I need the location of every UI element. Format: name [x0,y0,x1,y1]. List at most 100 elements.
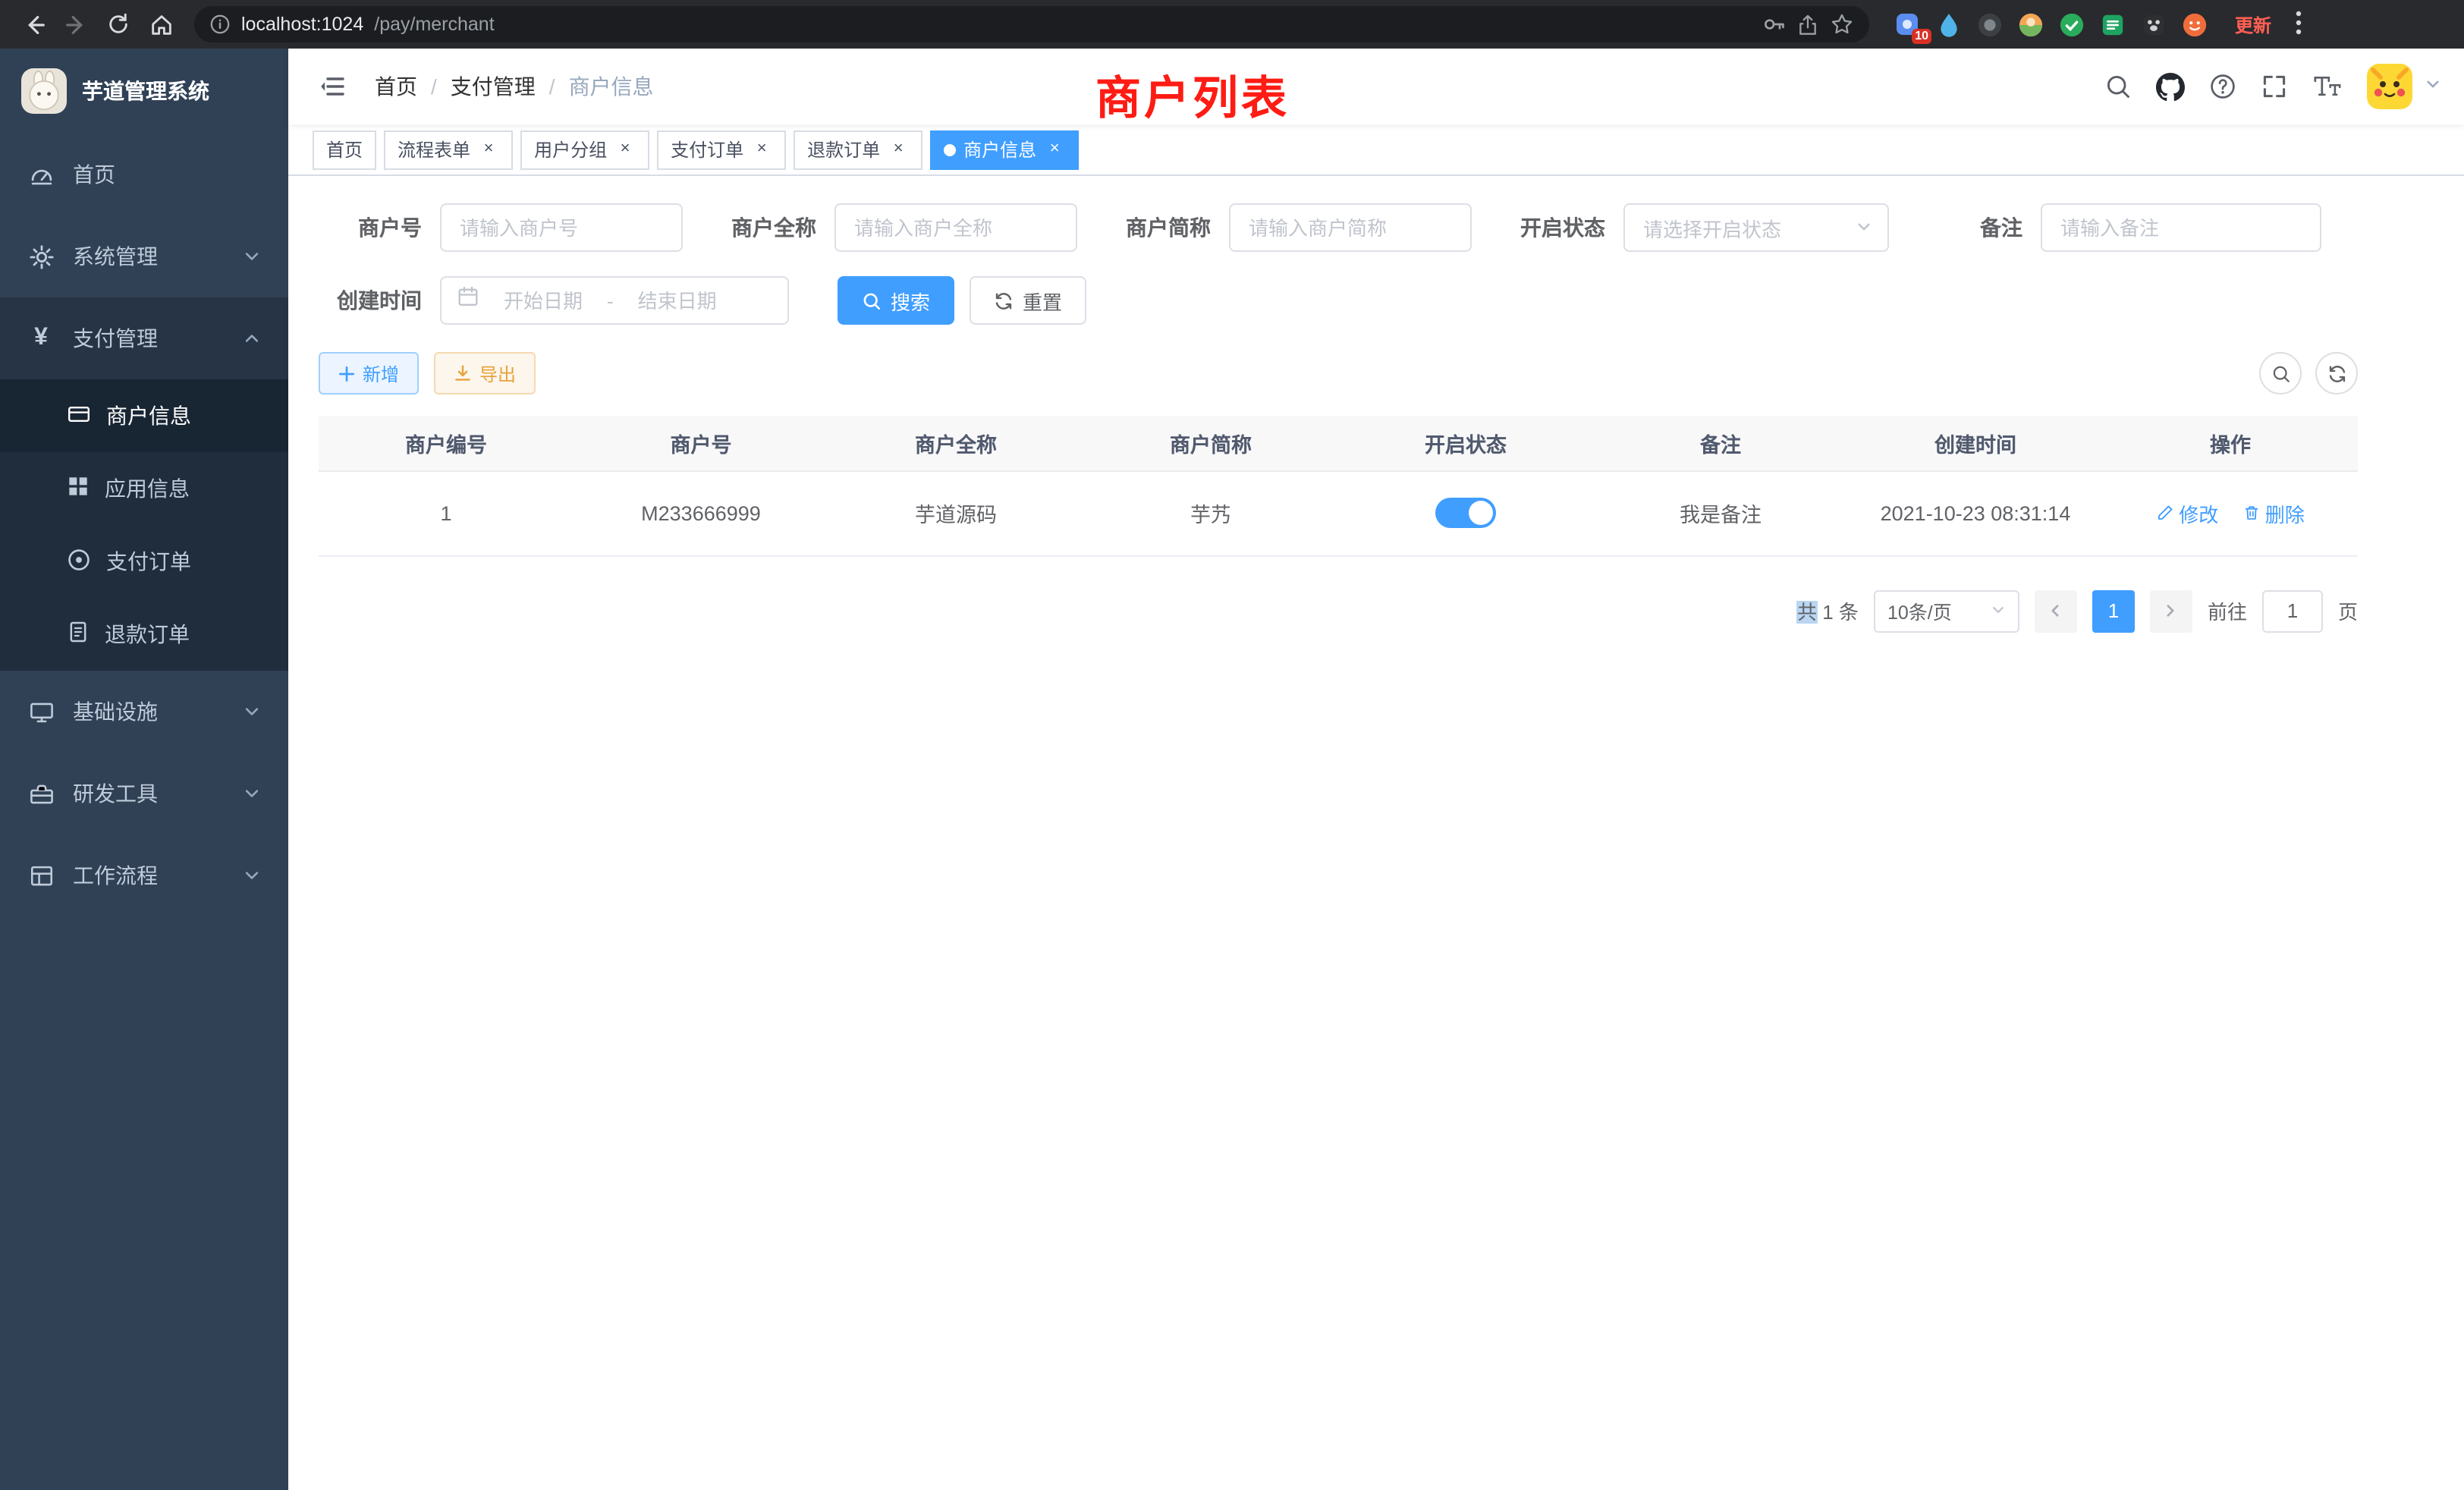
font-size-icon[interactable] [2312,73,2343,100]
github-icon[interactable] [2156,72,2185,101]
close-icon[interactable]: × [614,139,636,160]
calendar-icon [457,285,479,316]
chevron-down-icon [243,784,261,803]
add-button[interactable]: 新增 [319,352,419,395]
table-header-row: 商户编号 商户号 商户全称 商户简称 开启状态 备注 创建时间 操作 [319,416,2358,470]
extension-green-circle-icon[interactable] [2057,11,2085,38]
sidebar-toggle-icon[interactable] [311,65,354,108]
close-icon[interactable]: × [888,139,909,160]
extension-orange-face-icon[interactable] [2180,11,2208,38]
short-name-input[interactable] [1229,203,1472,252]
browser-menu-icon[interactable] [2290,10,2308,39]
bookmark-star-icon[interactable] [1830,12,1854,36]
tab-user-group[interactable]: 用户分组 × [520,130,649,169]
date-separator: - [607,289,614,312]
sidebar-item-system[interactable]: 系统管理 [0,215,288,297]
tab-home[interactable]: 首页 [313,130,376,169]
breadcrumb-item[interactable]: 首页 [375,71,417,102]
remark-input[interactable] [2041,203,2321,252]
tab-label: 退款订单 [807,137,880,162]
reset-button[interactable]: 重置 [970,276,1086,325]
next-page-icon[interactable] [2150,589,2192,632]
breadcrumb-item[interactable]: 支付管理 [451,71,536,102]
full-name-input[interactable] [834,203,1077,252]
delete-link[interactable]: 删除 [2242,498,2305,527]
field-label: 商户号 [319,212,422,243]
reload-icon[interactable] [100,6,137,42]
tab-label: 流程表单 [398,137,470,162]
date-range-picker[interactable]: - [440,276,789,325]
goto-page-input[interactable] [2262,589,2323,632]
sidebar-item-workflow[interactable]: 工作流程 [0,835,288,916]
cell-id: 1 [319,470,574,555]
sidebar-item-label: 研发工具 [73,778,158,809]
sidebar-item-label: 商户信息 [106,401,191,431]
sidebar-item-app-info[interactable]: 应用信息 [0,452,288,525]
merchant-table: 商户编号 商户号 商户全称 商户简称 开启状态 备注 创建时间 操作 1 [319,416,2358,556]
extension-green-square-icon[interactable] [2098,11,2126,38]
extension-dark-circle-icon[interactable] [1975,11,2003,38]
tab-merchant-info[interactable]: 商户信息 × [930,130,1079,169]
link-label: 修改 [2179,498,2218,527]
column-header: 创建时间 [1848,416,2103,470]
field-label: 开启状态 [1502,212,1605,243]
toggle-search-icon[interactable] [2259,352,2302,395]
close-icon[interactable]: × [751,139,772,160]
refresh-icon[interactable] [2315,352,2358,395]
search-icon[interactable] [2104,73,2132,100]
page-size-select[interactable]: 10条/页 [1874,589,2019,632]
fullscreen-icon[interactable] [2261,73,2288,100]
home-icon[interactable] [143,6,179,42]
tab-process-form[interactable]: 流程表单 × [384,130,513,169]
address-bar[interactable]: localhost:1024/pay/merchant [194,6,1869,42]
status-toggle[interactable] [1435,498,1496,528]
date-end-input[interactable] [623,289,732,312]
back-icon[interactable] [15,6,52,42]
user-avatar[interactable] [2367,64,2441,109]
sidebar-item-refund-order[interactable]: 退款订单 [0,598,288,671]
help-icon[interactable] [2209,73,2236,100]
sidebar-item-merchant-info[interactable]: 商户信息 [0,379,288,452]
cell-status [1338,470,1593,555]
page-number[interactable]: 1 [2092,589,2135,632]
search-button[interactable]: 搜索 [838,276,954,325]
password-key-icon[interactable] [1762,12,1786,36]
chevron-up-icon [243,329,261,347]
sidebar-item-pay-order[interactable]: 支付订单 [0,525,288,598]
sidebar-pay-submenu: 商户信息 应用信息 支付订单 [0,379,288,671]
workflow-icon [27,863,55,888]
extension-puzzle-icon[interactable]: 10 [1894,11,1921,38]
app-logo[interactable]: 芋道管理系统 [0,49,288,134]
field-label: 备注 [1919,212,2022,243]
caret-down-icon[interactable] [2425,73,2441,100]
close-icon[interactable]: × [1044,139,1065,160]
merchant-no-input[interactable] [440,203,683,252]
tabs-bar: 首页 流程表单 × 用户分组 × 支付订单 × 退款订单 × [288,124,2464,176]
pay-order-icon [67,547,91,576]
select-placeholder: 请选择开启状态 [1643,213,1781,242]
extension-drop-icon[interactable] [1934,11,1962,38]
tab-refund-order[interactable]: 退款订单 × [794,130,922,169]
sidebar-item-home[interactable]: 首页 [0,134,288,215]
prev-page-icon[interactable] [2035,589,2077,632]
monitor-icon [27,699,55,725]
extension-paw-icon[interactable] [2139,11,2167,38]
sidebar-item-infra[interactable]: 基础设施 [0,671,288,753]
extension-avatar-icon[interactable] [2016,11,2044,38]
site-info-icon[interactable] [209,14,231,35]
sidebar-item-devtools[interactable]: 研发工具 [0,753,288,835]
close-icon[interactable]: × [478,139,499,160]
tab-pay-order[interactable]: 支付订单 × [657,130,786,169]
column-header: 商户号 [574,416,828,470]
edit-link[interactable]: 修改 [2156,498,2218,527]
status-select[interactable]: 请选择开启状态 [1623,203,1889,252]
export-button[interactable]: 导出 [434,352,536,395]
field-label: 商户简称 [1108,212,1211,243]
forward-icon[interactable] [58,6,94,42]
date-start-input[interactable] [489,289,598,312]
card-icon [67,401,91,430]
share-icon[interactable] [1796,13,1819,36]
sidebar-item-pay[interactable]: ¥ 支付管理 [0,297,288,379]
browser-update-button[interactable]: 更新 [2223,7,2283,42]
filter-full-name: 商户全称 [713,203,1077,252]
